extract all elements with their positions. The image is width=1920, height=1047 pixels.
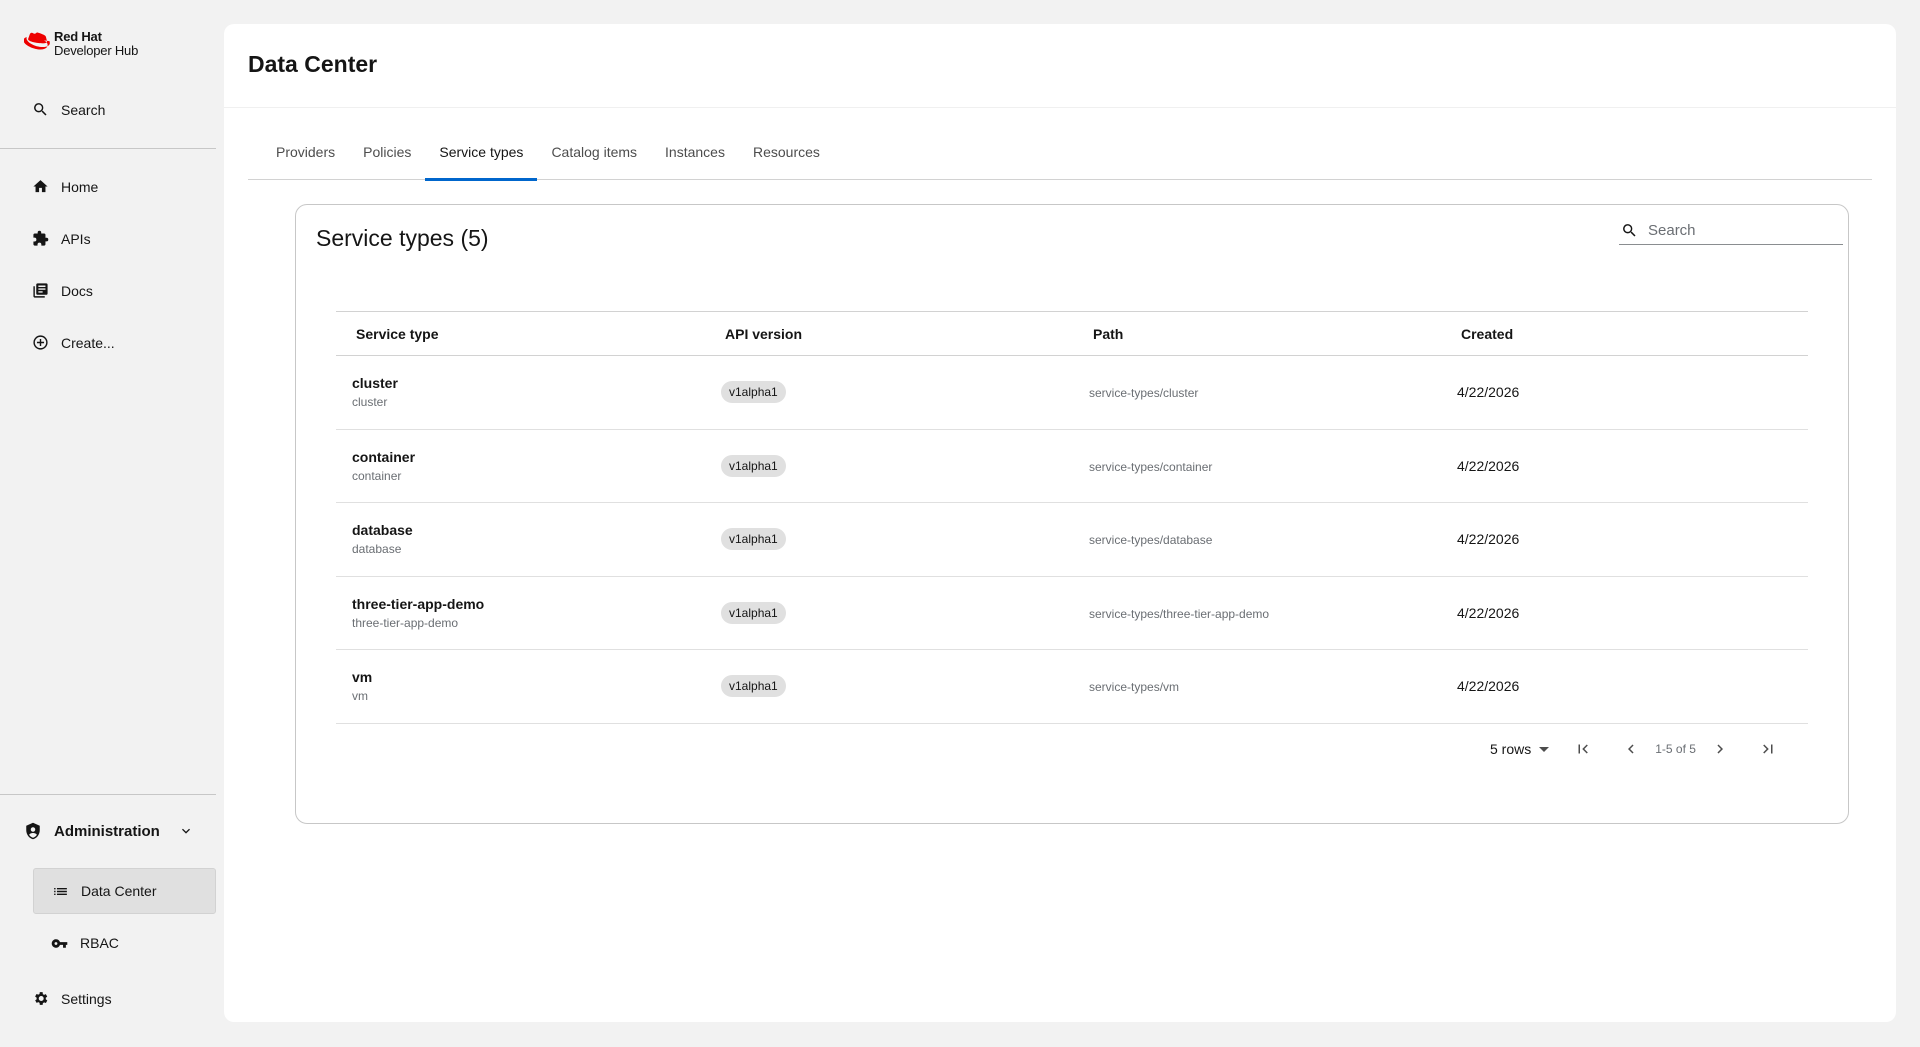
api-version-badge: v1alpha1 (721, 381, 786, 404)
brand-line2: Developer Hub (54, 43, 139, 58)
rows-per-page-select[interactable]: 5 rows (1490, 741, 1550, 757)
gear-icon (35, 992, 48, 1005)
header-divider (224, 107, 1896, 108)
service-type-name[interactable]: container (352, 449, 705, 465)
service-type-id: cluster (352, 395, 388, 410)
page-range-text: 1-5 of 5 (1655, 742, 1696, 756)
tab-service-types[interactable]: Service types (425, 138, 538, 181)
last-page-icon (1763, 744, 1773, 754)
sidebar-item-label: RBAC (80, 935, 119, 951)
sidebar-item-label: APIs (61, 230, 91, 247)
service-type-id: three-tier-app-demo (352, 615, 459, 630)
rows-per-page-label: 5 rows (1490, 741, 1532, 757)
created-date: 4/22/2026 (1457, 604, 1520, 621)
red-hat-icon (24, 32, 50, 50)
service-type-name[interactable]: database (352, 522, 705, 538)
table-row[interactable]: database database v1alpha1 service-types/… (336, 503, 1808, 576)
api-version-badge: v1alpha1 (721, 601, 786, 624)
shield-icon (26, 822, 40, 840)
sidebar-search-label: Search (61, 101, 106, 118)
service-types-table: Service type API version Path Created cl… (336, 311, 1808, 724)
service-types-card: Service types (5) Service type API versi… (295, 204, 1849, 824)
column-header-api-version[interactable]: API version (705, 312, 1073, 356)
search-input[interactable] (1648, 222, 1828, 239)
table-row[interactable]: container container v1alpha1 service-type… (336, 429, 1808, 503)
service-type-id: vm (352, 689, 368, 704)
tab-bar: Providers Policies Service types Catalog… (248, 138, 1872, 181)
tab-providers[interactable]: Providers (262, 138, 349, 180)
service-type-name[interactable]: three-tier-app-demo (352, 596, 705, 612)
sidebar-item-label: Create... (61, 334, 115, 351)
tab-resources[interactable]: Resources (739, 138, 834, 180)
main-content: Data Center Providers Policies Service t… (224, 24, 1896, 1022)
docs-icon (33, 283, 48, 298)
chevron-left-icon (1628, 744, 1634, 754)
table-search[interactable] (1619, 217, 1843, 245)
table-row[interactable]: cluster cluster v1alpha1 service-types/cl… (336, 356, 1808, 429)
last-page-button[interactable] (1756, 737, 1780, 761)
sidebar-item-label: Settings (61, 990, 112, 1007)
list-icon (54, 887, 67, 895)
table-header-row: Service type API version Path Created (336, 311, 1808, 356)
tab-policies[interactable]: Policies (349, 138, 425, 180)
path-text: service-types/three-tier-app-demo (1089, 606, 1270, 621)
card-title: Service types (5) (316, 225, 489, 251)
sidebar-item-apis[interactable]: APIs (32, 230, 91, 247)
sidebar-search[interactable]: Search (32, 101, 105, 118)
sidebar: Red Hat Developer Hub Search Home APIs D… (0, 0, 216, 1047)
api-version-badge: v1alpha1 (721, 454, 786, 477)
service-type-name[interactable]: cluster (352, 375, 705, 391)
first-page-icon (1578, 744, 1589, 754)
chevron-down-icon[interactable] (178, 823, 194, 839)
service-type-name[interactable]: vm (352, 669, 705, 685)
next-page-button[interactable] (1708, 737, 1732, 761)
column-header-service-type[interactable]: Service type (336, 312, 705, 356)
sidebar-item-label: Data Center (81, 883, 157, 899)
caret-down-icon (1539, 746, 1550, 752)
key-icon (51, 938, 68, 948)
sidebar-divider (0, 148, 216, 149)
sidebar-divider (0, 794, 216, 795)
sidebar-item-settings[interactable]: Settings (32, 990, 112, 1007)
plus-circle-icon (33, 335, 48, 350)
created-date: 4/22/2026 (1457, 384, 1520, 401)
sidebar-item-rbac[interactable]: RBAC (33, 920, 216, 966)
created-date: 4/22/2026 (1457, 457, 1520, 474)
path-text: service-types/cluster (1089, 386, 1199, 401)
search-icon (1623, 224, 1636, 237)
table-row[interactable]: vm vm v1alpha1 service-types/vm 4/22/2026 (336, 650, 1808, 723)
tab-catalog-items[interactable]: Catalog items (537, 138, 651, 180)
column-header-created[interactable]: Created (1441, 312, 1808, 356)
pagination: 5 rows 1-5 of 5 (1490, 737, 1780, 761)
service-type-id: database (352, 542, 402, 557)
brand-logo[interactable]: Red Hat Developer Hub (24, 30, 138, 58)
sidebar-item-create[interactable]: Create... (32, 334, 115, 351)
sidebar-item-label: Docs (61, 282, 93, 299)
chevron-right-icon (1717, 744, 1723, 754)
tab-instances[interactable]: Instances (651, 138, 739, 180)
sidebar-item-administration[interactable]: Administration (24, 822, 194, 840)
puzzle-icon (33, 230, 49, 246)
previous-page-button[interactable] (1619, 737, 1643, 761)
page-title: Data Center (248, 51, 378, 77)
service-type-id: container (352, 468, 402, 483)
created-date: 4/22/2026 (1457, 678, 1520, 695)
brand-line1: Red Hat (54, 29, 102, 44)
sidebar-item-data-center[interactable]: Data Center (33, 868, 216, 914)
api-version-badge: v1alpha1 (721, 675, 786, 698)
table-row[interactable]: three-tier-app-demo three-tier-app-demo v… (336, 576, 1808, 650)
path-text: service-types/database (1089, 533, 1213, 548)
search-icon (34, 103, 47, 116)
sidebar-item-docs[interactable]: Docs (32, 282, 93, 299)
sidebar-item-label: Home (61, 178, 99, 195)
path-text: service-types/container (1089, 459, 1213, 474)
home-icon (33, 180, 48, 193)
api-version-badge: v1alpha1 (721, 528, 786, 551)
administration-label: Administration (54, 822, 160, 840)
created-date: 4/22/2026 (1457, 531, 1520, 548)
sidebar-item-home[interactable]: Home (32, 178, 98, 195)
column-header-path[interactable]: Path (1073, 312, 1441, 356)
first-page-button[interactable] (1571, 737, 1595, 761)
path-text: service-types/vm (1089, 680, 1180, 695)
